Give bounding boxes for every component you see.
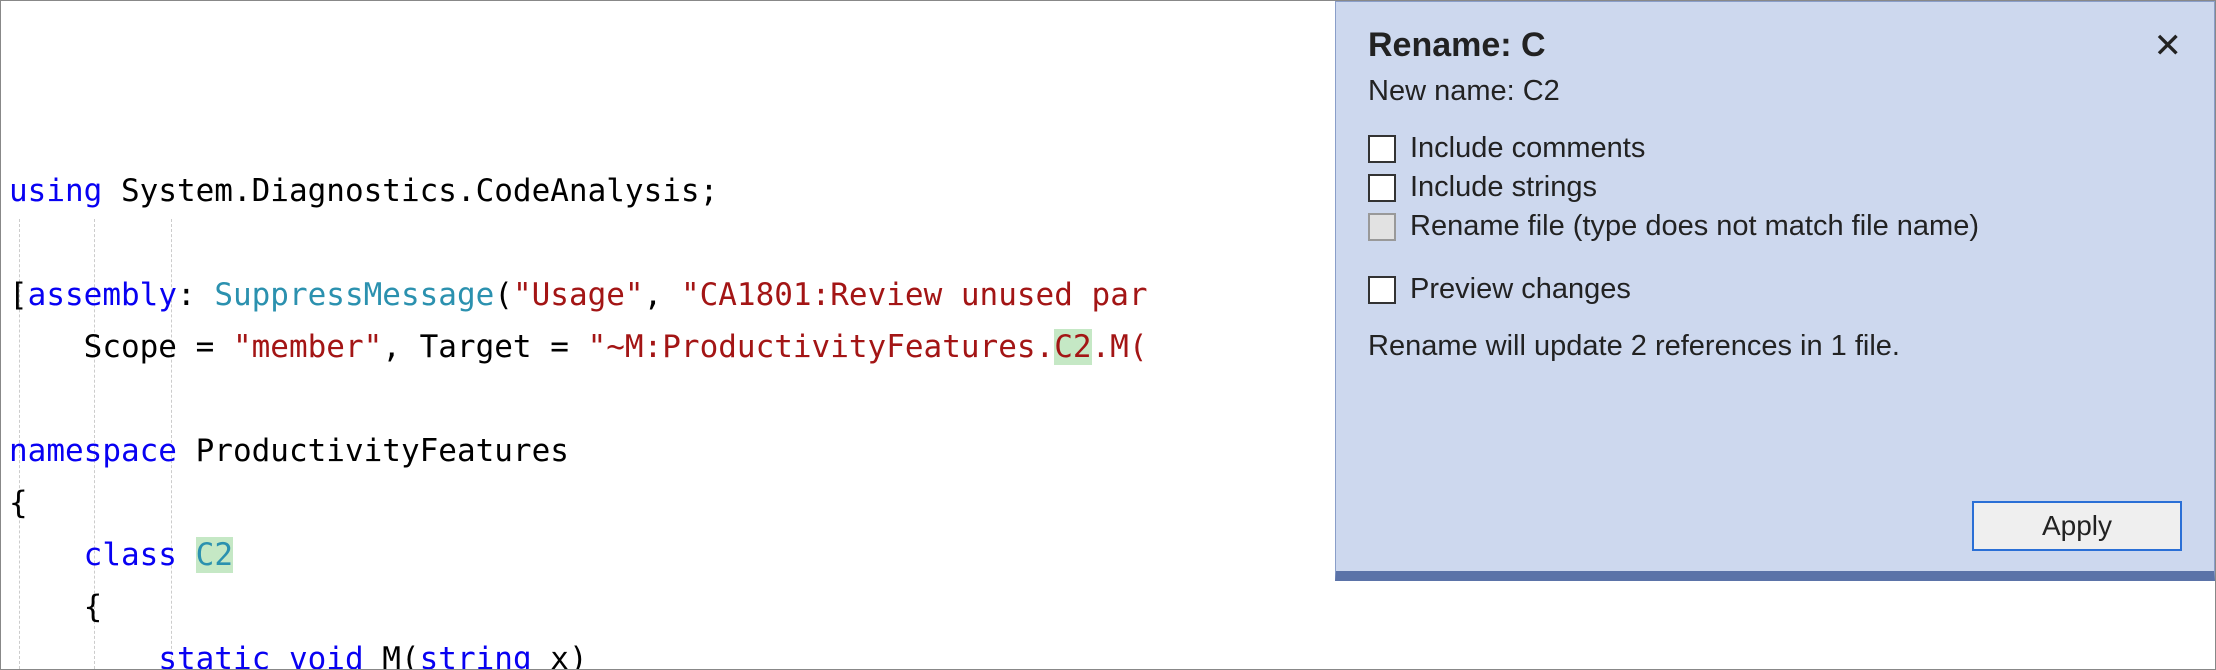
rename-status: Rename will update 2 references in 1 fil… — [1368, 330, 2182, 363]
new-name-label: New name: C2 — [1368, 75, 2182, 108]
code-editor[interactable]: using System.Diagnostics.CodeAnalysis; [… — [1, 1, 1335, 669]
close-icon[interactable]: ✕ — [2154, 29, 2183, 63]
code-line: Scope = "member", Target = "~M:Productiv… — [9, 321, 1335, 373]
rename-title: Rename: C — [1368, 26, 1546, 65]
preview-changes-label: Preview changes — [1410, 273, 1631, 306]
root: using System.Diagnostics.CodeAnalysis; [… — [0, 0, 2216, 670]
code-line: { — [9, 477, 1335, 529]
apply-button[interactable]: Apply — [1972, 501, 2182, 551]
include-strings-label: Include strings — [1410, 171, 1597, 204]
code-container: using System.Diagnostics.CodeAnalysis; [… — [9, 165, 1335, 669]
rename-file-checkbox — [1368, 213, 1396, 241]
code-line — [9, 373, 1335, 425]
code-line: static void M(string x) — [9, 633, 1335, 669]
include-comments-label: Include comments — [1410, 132, 1645, 165]
code-line: using System.Diagnostics.CodeAnalysis; — [9, 165, 1335, 217]
code-line: namespace ProductivityFeatures — [9, 425, 1335, 477]
rename-file-label: Rename file (type does not match file na… — [1410, 210, 1979, 243]
code-line: { — [9, 581, 1335, 633]
code-line: class C2 — [9, 529, 1335, 581]
include-strings-checkbox[interactable] — [1368, 174, 1396, 202]
code-line — [9, 217, 1335, 269]
rename-panel: Rename: C ✕ New name: C2 Include comment… — [1335, 1, 2215, 581]
include-comments-checkbox[interactable] — [1368, 135, 1396, 163]
preview-changes-checkbox[interactable] — [1368, 276, 1396, 304]
code-line: [assembly: SuppressMessage("Usage", "CA1… — [9, 269, 1335, 321]
